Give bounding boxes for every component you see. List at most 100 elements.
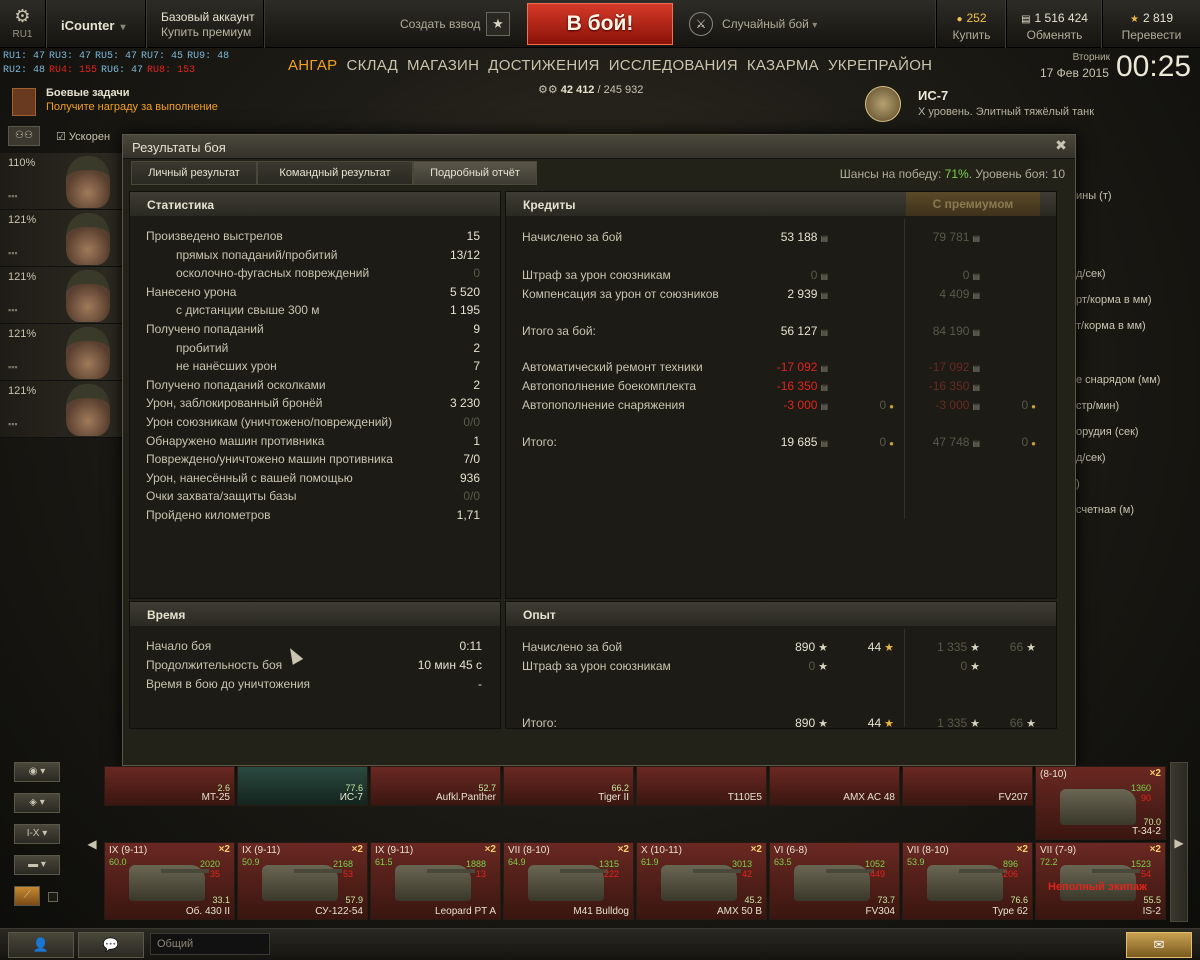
tank-card[interactable]: IX (9-11) ×2 60.0 2020 35 33.1 Об. 430 II [104,842,235,920]
carousel-left-arrow[interactable]: ◀ [84,766,100,922]
tank-mastery: 61.5 [375,857,393,867]
tank-card[interactable]: 2.6 MT-25 [104,766,235,806]
tank-mastery: 60.0 [109,857,127,867]
tank-card[interactable]: IX (9-11) ×2 61.5 1888 13 Leopard PT A [370,842,501,920]
tank-card[interactable]: IX (9-11) ×2 50.9 2168 53 57.9 СУ-122-54 [237,842,368,920]
credits-icon: ▤ [820,272,828,281]
stat-label: Урон союзникам (уничтожено/повреждений) [146,415,393,429]
tank-card[interactable]: 52.7 Aufkl.Panther [370,766,501,806]
carousel-filter-button[interactable]: ◉ ▾ [14,762,60,782]
carousel-filter-button[interactable]: I-X ▾ [14,824,60,844]
accelerate-crew[interactable]: ☑ Ускорен [56,130,110,143]
nav-item[interactable]: ИССЛЕДОВАНИЯ [609,57,738,74]
stat-label: с дистанции свыше 300 м [176,303,320,318]
chat-icon[interactable]: 💬 [78,932,144,958]
tank-card[interactable]: AMX AC 48 [769,766,900,806]
nav-item[interactable]: УКРЕПРАЙОН [828,57,932,74]
tank-card[interactable]: T110E5 [636,766,767,806]
tank-name: Tiger II [598,792,629,803]
tank-mastery: 72.2 [1040,857,1058,867]
stat-value: 1 [473,433,480,448]
message-icon[interactable]: ✉ [1126,932,1192,958]
tank-card[interactable]: FV207 [902,766,1033,806]
carousel-filter-button[interactable]: ⟋ [14,886,40,906]
tank-avg-damage: 2020 [199,859,220,869]
credit-label: Автоматический ремонт техники [522,360,703,374]
tab-personal[interactable]: Личный результат [131,161,257,185]
chat-channel-input[interactable]: Общий [150,933,270,955]
tank-card[interactable]: 66.2 Tiger II [503,766,634,806]
stat-value: 2 [473,340,480,355]
crew-member[interactable]: 110% ▪▪▪ [0,153,122,210]
tab-detailed[interactable]: Подробный отчёт [413,161,537,185]
time-value: - [478,677,482,691]
settings-menu[interactable]: ⚙ RU1 [0,0,46,48]
tank-avg-damage: 2168 [332,859,353,869]
tank-card[interactable]: VII (8-10) ×2 53.9 896 206 76.6 Type 62 [902,842,1033,920]
filter-checkbox[interactable] [48,892,58,902]
credits-exchange-button[interactable]: ▤ 1 516 424 Обменять [1006,0,1102,48]
nav-item[interactable]: АНГАР [288,57,337,74]
tank-name: M41 Bulldog [573,906,629,917]
exp-icon: ⚙⚙ [538,84,561,96]
carousel-filter-button[interactable]: ▬ ▾ [14,855,60,875]
stat-label: пробитий [176,340,229,355]
battle-mode-select[interactable]: Случайный бой ▾ [722,17,817,31]
tank-card[interactable]: VII (7-9) ×2 72.2 1523 54 55.5 Неполный экипаж… [1035,842,1166,920]
tank-battles: 206 [1002,869,1018,879]
stat-value: 0/0 [463,489,480,504]
battle-button[interactable]: В бой! [527,3,673,45]
gold-icon: ● [1031,439,1036,448]
tank-tier: X (10-11) [641,845,682,856]
crew-member[interactable]: 121% ▪▪▪ [0,267,122,324]
carousel-right-arrow[interactable]: ▶ [1170,762,1188,922]
tab-team[interactable]: Командный результат [257,161,413,185]
tank-name: Leopard PT A [435,906,496,917]
premium-button[interactable]: Базовый аккаунт Купить премиум [146,0,264,48]
crew-icon[interactable]: ⚇⚇ [8,126,40,146]
exp-amount: 890 [795,640,816,654]
missions-panel[interactable]: Боевые задачи Получите награду за выполн… [12,86,218,116]
gold-buy-button[interactable]: ● 252 Купить [936,0,1006,48]
nav-item[interactable]: МАГАЗИН [407,57,479,74]
crew-member[interactable]: 121% ▪▪▪ [0,324,122,381]
carousel-filter-button[interactable]: ◈ ▾ [14,793,60,813]
nav-item[interactable]: КАЗАРМА [747,57,819,74]
stat-label: Очки захвата/защиты базы [146,489,297,504]
tank-mastery: 50.9 [242,857,260,867]
statistics-panel: Статистика Произведено выстрелов 15 прямых… [129,191,501,599]
tank-name: IS-2 [1142,906,1161,917]
credit-value: -17 092 ▤ [777,360,828,374]
tank-card[interactable]: 70.0 (8-10) ×2 1360 90 T-34-2 [1035,766,1166,840]
win-chances: Шансы на победу: 71%. Уровень боя: 10 [840,167,1065,181]
stat-value: 13/12 [449,247,480,262]
star-exp-icon: ★ [1026,642,1036,654]
premium-credit-amount: 47 748 [932,435,970,449]
create-platoon-button[interactable]: Создать взвод [400,17,480,31]
double-exp-badge: ×2 [484,844,496,855]
free-exp-convert-button[interactable]: ★ 2 819 Перевести [1102,0,1200,48]
star-icon[interactable]: ★ [486,12,510,36]
tank-card[interactable]: VII (8-10) ×2 64.9 1315 222 M41 Bulldog [503,842,634,920]
star-exp-icon: ★ [1026,718,1036,730]
tank-param-label: т/корма в мм) [1076,320,1146,332]
gold-icon: ● [1031,402,1036,411]
statistics-header: Статистика [130,192,500,216]
credits-icon: ▤ [1021,14,1031,25]
tank-avg-damage: 896 [1002,859,1018,869]
close-icon[interactable]: ✖ [1053,137,1069,153]
stat-label: Обнаружено машин противника [146,433,325,448]
tank-card[interactable]: X (10-11) ×2 61.9 3013 42 45.2 AMX 50 B [636,842,767,920]
tank-card[interactable]: VI (6-8) 63.5 1052 449 73.7 FV304 [769,842,900,920]
contacts-icon[interactable]: 👤 [8,932,74,958]
tank-param-label: орудия (сек) [1076,426,1139,438]
stat-label: осколочно-фугасных повреждений [176,266,370,281]
nav-item[interactable]: ДОСТИЖЕНИЯ [488,57,599,74]
crew-member[interactable]: 121% ▪▪▪ [0,210,122,267]
crew-warning: Неполный экипаж [1048,881,1147,893]
crew-member[interactable]: 121% ▪▪▪ [0,381,122,438]
account-menu[interactable]: iCounter ▾ [46,0,146,48]
nav-item[interactable]: СКЛАД [346,57,398,74]
stat-label: не нанёсших урон [176,359,277,374]
tank-card[interactable]: 77.6 ИС-7 [237,766,368,806]
